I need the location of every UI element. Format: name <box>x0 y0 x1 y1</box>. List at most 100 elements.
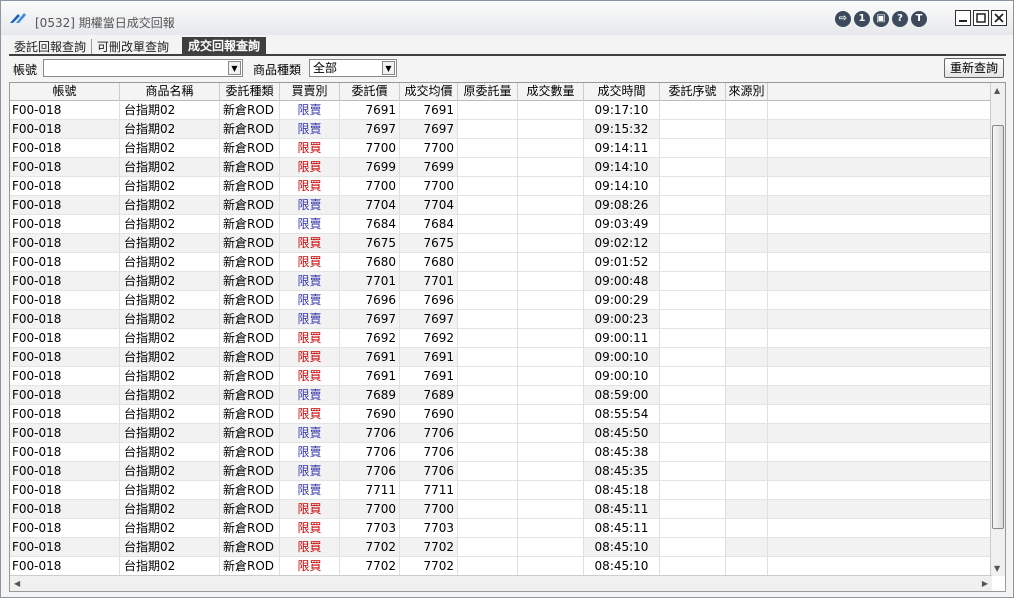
col-avg-fill-price-header[interactable]: 成交均價 <box>400 83 458 101</box>
tab-order-report[interactable]: 委託回報查詢 <box>9 39 93 55</box>
avg-fill-price-cell: 7689 <box>400 386 458 404</box>
table-row[interactable]: F00-018 台指期02 新倉ROD 限買 7680 7680 09:01:52 <box>10 253 992 272</box>
col-fill-time-header[interactable]: 成交時間 <box>584 83 660 101</box>
account-select[interactable]: ▼ <box>43 59 243 77</box>
table-row[interactable]: F00-018 台指期02 新倉ROD 限賣 7697 7697 09:00:23 <box>10 310 992 329</box>
avg-fill-price-cell: 7706 <box>400 462 458 480</box>
info-icon[interactable]: 1 <box>854 11 870 27</box>
fill-qty-cell <box>518 196 584 214</box>
table-row[interactable]: F00-018 台指期02 新倉ROD 限買 7692 7692 09:00:11 <box>10 329 992 348</box>
requery-button[interactable]: 重新查詢 <box>944 58 1004 78</box>
col-fill-qty-header[interactable]: 成交數量 <box>518 83 584 101</box>
table-row[interactable]: F00-018 台指期02 新倉ROD 限買 7675 7675 09:02:12 <box>10 234 992 253</box>
vertical-scroll-thumb[interactable] <box>992 125 1004 529</box>
order-seq-cell <box>660 234 726 252</box>
scroll-left-icon[interactable]: ◀ <box>14 579 20 588</box>
product-type-select[interactable]: 全部 ▼ <box>309 59 397 77</box>
table-row[interactable]: F00-018 台指期02 新倉ROD 限買 7700 7700 09:14:10 <box>10 177 992 196</box>
table-row[interactable]: F00-018 台指期02 新倉ROD 限賣 7706 7706 08:45:35 <box>10 462 992 481</box>
table-row[interactable]: F00-018 台指期02 新倉ROD 限買 7703 7703 08:45:11 <box>10 519 992 538</box>
order-type-cell: 新倉ROD <box>220 291 280 309</box>
order-price-cell: 7703 <box>340 519 400 537</box>
table-row[interactable]: F00-018 台指期02 新倉ROD 限買 7690 7690 08:55:54 <box>10 405 992 424</box>
order-type-cell: 新倉ROD <box>220 405 280 423</box>
table-row[interactable]: F00-018 台指期02 新倉ROD 限買 7700 7700 08:45:11 <box>10 500 992 519</box>
order-type-cell: 新倉ROD <box>220 462 280 480</box>
account-cell: F00-018 <box>10 177 120 195</box>
side-cell: 限買 <box>280 139 340 157</box>
table-row[interactable]: F00-018 台指期02 新倉ROD 限賣 7697 7697 09:15:32 <box>10 120 992 139</box>
table-row[interactable]: F00-018 台指期02 新倉ROD 限買 7702 7702 08:45:10 <box>10 538 992 557</box>
chevron-down-icon[interactable]: ▼ <box>228 61 241 75</box>
account-cell: F00-018 <box>10 196 120 214</box>
avg-fill-price-cell: 7690 <box>400 405 458 423</box>
table-row[interactable]: F00-018 台指期02 新倉ROD 限買 7699 7699 09:14:10 <box>10 158 992 177</box>
table-row[interactable]: F00-018 台指期02 新倉ROD 限賣 7701 7701 09:00:48 <box>10 272 992 291</box>
fill-time-cell: 09:08:26 <box>584 196 660 214</box>
side-cell: 限賣 <box>280 101 340 119</box>
table-row[interactable]: F00-018 台指期02 新倉ROD 限賣 7684 7684 09:03:49 <box>10 215 992 234</box>
product-name-cell: 台指期02 <box>120 424 220 442</box>
product-name-cell: 台指期02 <box>120 272 220 290</box>
table-row[interactable]: F00-018 台指期02 新倉ROD 限賣 7711 7711 08:45:18 <box>10 481 992 500</box>
help-icon[interactable]: ? <box>892 11 908 27</box>
table-row[interactable]: F00-018 台指期02 新倉ROD 限賣 7706 7706 08:45:38 <box>10 443 992 462</box>
row-filler <box>768 272 992 290</box>
table-row[interactable]: F00-018 台指期02 新倉ROD 限買 7691 7691 09:00:10 <box>10 348 992 367</box>
order-seq-cell <box>660 386 726 404</box>
order-type-cell: 新倉ROD <box>220 272 280 290</box>
side-cell: 限買 <box>280 367 340 385</box>
fill-time-cell: 09:14:11 <box>584 139 660 157</box>
account-cell: F00-018 <box>10 253 120 271</box>
order-price-cell: 7700 <box>340 500 400 518</box>
row-filler <box>768 462 992 480</box>
order-price-cell: 7680 <box>340 253 400 271</box>
order-type-cell: 新倉ROD <box>220 348 280 366</box>
col-order-type-header[interactable]: 委託種類 <box>220 83 280 101</box>
tab-modifiable-orders[interactable]: 可刪改單查詢 <box>92 39 174 55</box>
order-price-cell: 7700 <box>340 177 400 195</box>
scroll-down-icon[interactable]: ▼ <box>994 564 1000 573</box>
export-icon[interactable]: ⇨ <box>835 11 851 27</box>
row-filler <box>768 177 992 195</box>
side-cell: 限買 <box>280 234 340 252</box>
col-orig-qty-header[interactable]: 原委託量 <box>458 83 518 101</box>
product-name-cell: 台指期02 <box>120 101 220 119</box>
pin-icon[interactable]: T <box>911 11 927 27</box>
close-icon[interactable] <box>991 10 1007 26</box>
scroll-up-icon[interactable]: ▲ <box>994 86 1000 95</box>
table-row[interactable]: F00-018 台指期02 新倉ROD 限買 7691 7691 09:00:10 <box>10 367 992 386</box>
horizontal-scrollbar[interactable]: ◀ ▶ <box>10 575 992 591</box>
col-account-header[interactable]: 帳號 <box>10 83 120 101</box>
table-row[interactable]: F00-018 台指期02 新倉ROD 限賣 7696 7696 09:00:29 <box>10 291 992 310</box>
minimize-icon[interactable] <box>955 10 971 26</box>
vertical-scrollbar[interactable]: ▲ ▼ <box>990 83 1005 576</box>
avg-fill-price-cell: 7697 <box>400 120 458 138</box>
tab-fill-report[interactable]: 成交回報查詢 <box>182 37 267 55</box>
print-icon[interactable]: ▣ <box>873 11 889 27</box>
table-body: F00-018 台指期02 新倉ROD 限賣 7691 7691 09:17:10 F00-0… <box>10 101 992 576</box>
col-side-header[interactable]: 買賣別 <box>280 83 340 101</box>
table-row[interactable]: F00-018 台指期02 新倉ROD 限賣 7706 7706 08:45:50 <box>10 424 992 443</box>
table-row[interactable]: F00-018 台指期02 新倉ROD 限賣 7691 7691 09:17:10 <box>10 101 992 120</box>
scroll-right-icon[interactable]: ▶ <box>982 579 988 588</box>
row-filler <box>768 348 992 366</box>
col-order-seq-header[interactable]: 委託序號 <box>660 83 726 101</box>
table-row[interactable]: F00-018 台指期02 新倉ROD 限賣 7704 7704 09:08:26 <box>10 196 992 215</box>
order-type-cell: 新倉ROD <box>220 215 280 233</box>
col-product-name-header[interactable]: 商品名稱 <box>120 83 220 101</box>
table-row[interactable]: F00-018 台指期02 新倉ROD 限買 7702 7702 08:45:10 <box>10 557 992 576</box>
col-source-header[interactable]: 來源別 <box>726 83 768 101</box>
fill-qty-cell <box>518 158 584 176</box>
account-cell: F00-018 <box>10 519 120 537</box>
table-row[interactable]: F00-018 台指期02 新倉ROD 限賣 7689 7689 08:59:00 <box>10 386 992 405</box>
source-cell <box>726 215 768 233</box>
order-type-cell: 新倉ROD <box>220 538 280 556</box>
table-row[interactable]: F00-018 台指期02 新倉ROD 限買 7700 7700 09:14:11 <box>10 139 992 158</box>
col-order-price-header[interactable]: 委託價 <box>340 83 400 101</box>
orig-qty-cell <box>458 139 518 157</box>
side-cell: 限買 <box>280 500 340 518</box>
maximize-icon[interactable] <box>973 10 989 26</box>
chevron-down-icon[interactable]: ▼ <box>382 61 395 75</box>
product-name-cell: 台指期02 <box>120 291 220 309</box>
